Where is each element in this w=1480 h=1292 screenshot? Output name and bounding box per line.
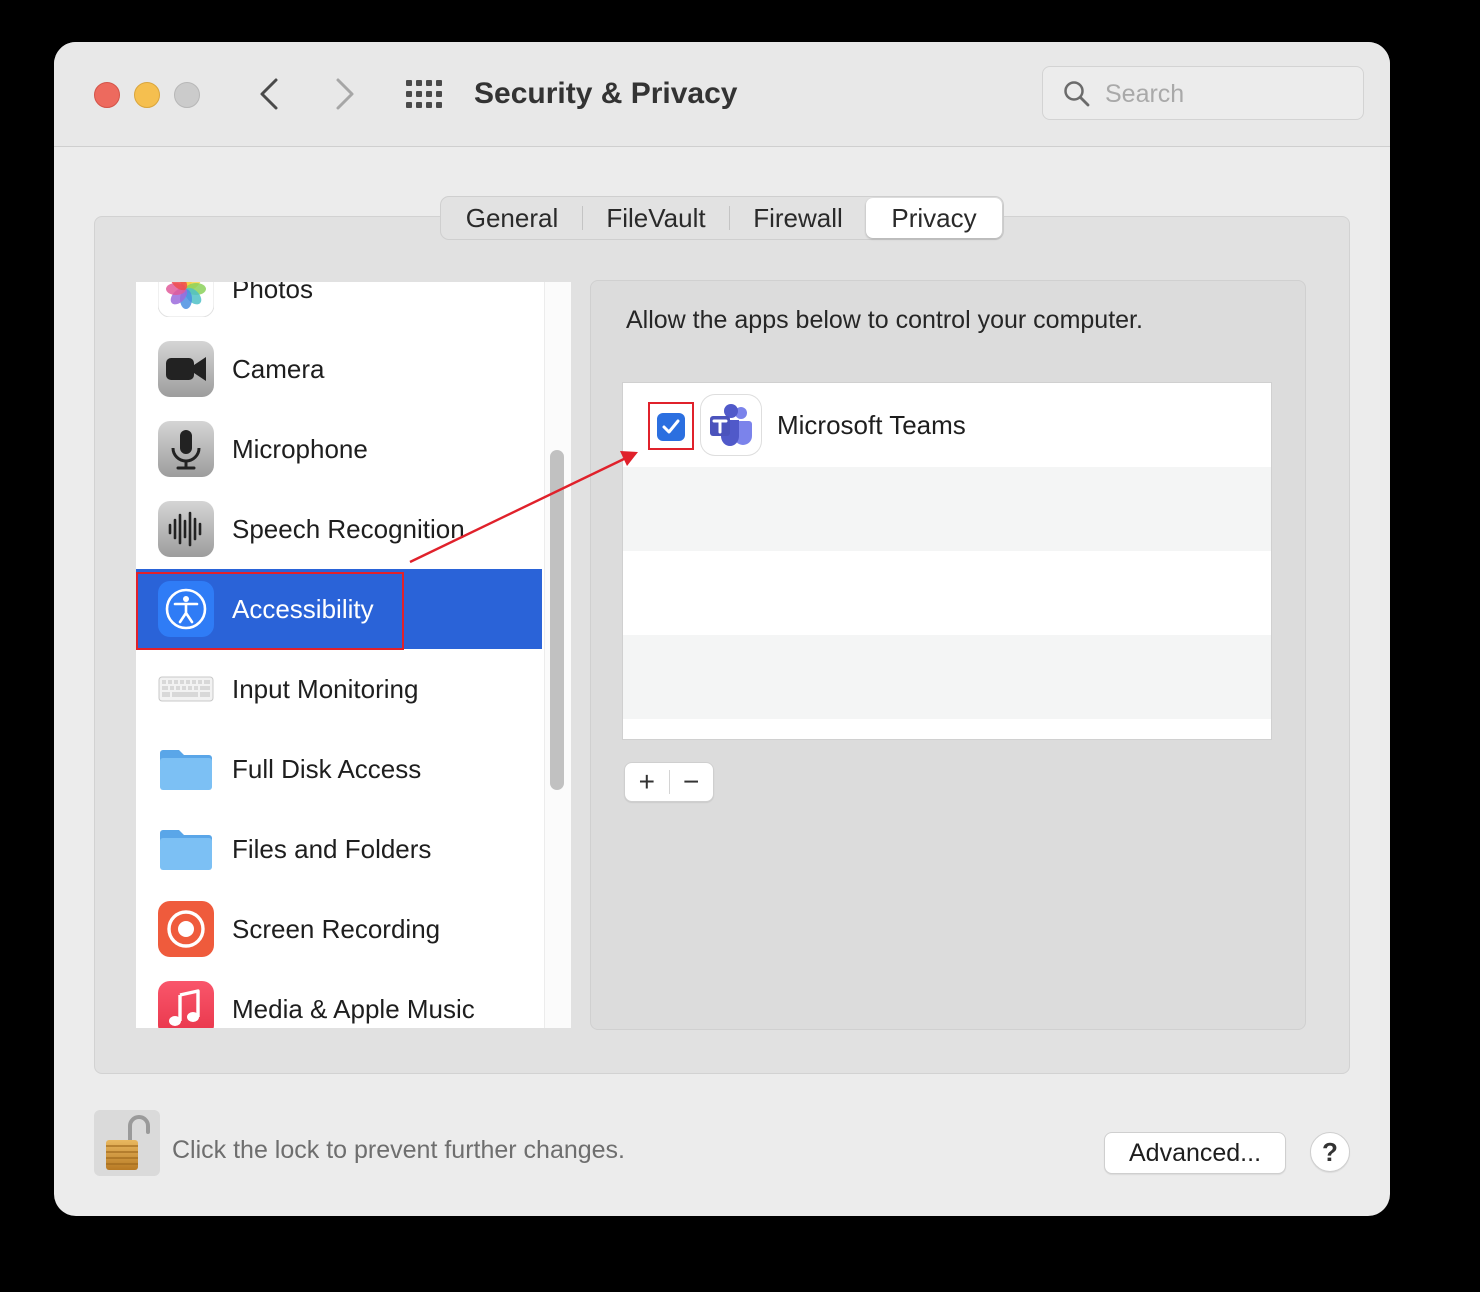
search-icon	[1064, 81, 1090, 107]
chevron-right-icon	[336, 78, 354, 110]
toolbar: Security & Privacy	[54, 42, 1390, 147]
allowed-apps-list[interactable]: Microsoft Teams	[622, 382, 1272, 740]
music-icon	[158, 981, 214, 1028]
search-field[interactable]	[1042, 66, 1364, 120]
close-button[interactable]	[94, 82, 120, 108]
sidebar-item-screen-recording[interactable]: Screen Recording	[136, 889, 542, 969]
empty-row	[623, 635, 1271, 719]
empty-row	[623, 551, 1271, 635]
add-app-button[interactable]: +	[625, 763, 669, 801]
lock-button[interactable]	[94, 1110, 160, 1176]
grid-icon	[406, 80, 442, 108]
sidebar-item-files-and-folders[interactable]: Files and Folders	[136, 809, 542, 889]
camera-icon	[158, 341, 214, 397]
folder-icon	[160, 750, 212, 790]
tab-bar: General FileVault Firewall Privacy	[440, 196, 1004, 240]
sidebar-item-input-monitoring[interactable]: Input Monitoring	[136, 649, 542, 729]
sidebar-item-media-apple-music[interactable]: Media & Apple Music	[136, 969, 542, 1028]
app-name: Microsoft Teams	[777, 410, 966, 440]
help-button[interactable]: ?	[1310, 1132, 1350, 1172]
microphone-icon	[158, 421, 214, 477]
keyboard-icon	[158, 676, 214, 702]
annotation-highlight-checkbox	[648, 402, 694, 450]
screen-recording-icon	[158, 901, 214, 957]
speech-recognition-icon	[158, 501, 214, 557]
sidebar-item-label: Files and Folders	[232, 834, 432, 864]
sidebar-item-label: Microphone	[232, 434, 368, 464]
sidebar-item-label: Photos	[232, 282, 313, 304]
remove-app-button[interactable]: −	[669, 763, 713, 801]
add-remove-control: + −	[624, 762, 714, 802]
sidebar-item-label: Camera	[232, 354, 325, 384]
sidebar-item-photos[interactable]: Photos	[136, 282, 542, 329]
empty-row	[623, 467, 1271, 551]
list-item[interactable]: Microsoft Teams	[623, 383, 1271, 467]
sidebar-item-speech-recognition[interactable]: Speech Recognition	[136, 489, 542, 569]
back-button[interactable]	[250, 72, 290, 116]
show-all-button[interactable]	[404, 78, 446, 110]
unlocked-padlock-icon	[94, 1110, 160, 1176]
sidebar-item-label: Full Disk Access	[232, 754, 422, 784]
sidebar-item-label: Input Monitoring	[232, 674, 419, 704]
chevron-left-icon	[260, 78, 278, 110]
sidebar-item-label: Screen Recording	[232, 914, 441, 944]
tab-filevault[interactable]: FileVault	[583, 198, 729, 238]
tab-privacy[interactable]: Privacy	[866, 198, 1002, 238]
minimize-button[interactable]	[134, 82, 160, 108]
window-title: Security & Privacy	[474, 77, 738, 110]
sidebar-item-full-disk-access[interactable]: Full Disk Access	[136, 729, 542, 809]
search-input[interactable]	[1103, 75, 1347, 113]
preferences-window: Security & Privacy General FileVault Fir…	[54, 42, 1390, 1216]
privacy-category-list[interactable]: Photos Camera Microphone Speech Recognit…	[136, 282, 571, 1028]
tab-firewall[interactable]: Firewall	[730, 198, 866, 238]
advanced-button[interactable]: Advanced...	[1104, 1132, 1286, 1174]
forward-button[interactable]	[324, 72, 364, 116]
lock-status-text: Click the lock to prevent further change…	[172, 1136, 626, 1164]
sidebar-item-microphone[interactable]: Microphone	[136, 409, 542, 489]
sidebar-item-label: Media & Apple Music	[232, 994, 475, 1024]
permission-description: Allow the apps below to control your com…	[626, 306, 1143, 334]
folder-icon	[160, 830, 212, 870]
sidebar-item-camera[interactable]: Camera	[136, 329, 542, 409]
zoom-button[interactable]	[174, 82, 200, 108]
tab-general[interactable]: General	[442, 198, 582, 238]
sidebar-scrollbar-thumb[interactable]	[550, 450, 564, 790]
sidebar-item-label: Speech Recognition	[232, 514, 465, 544]
microsoft-teams-icon	[701, 395, 761, 455]
photos-icon	[158, 282, 214, 317]
annotation-highlight-accessibility	[136, 572, 404, 650]
